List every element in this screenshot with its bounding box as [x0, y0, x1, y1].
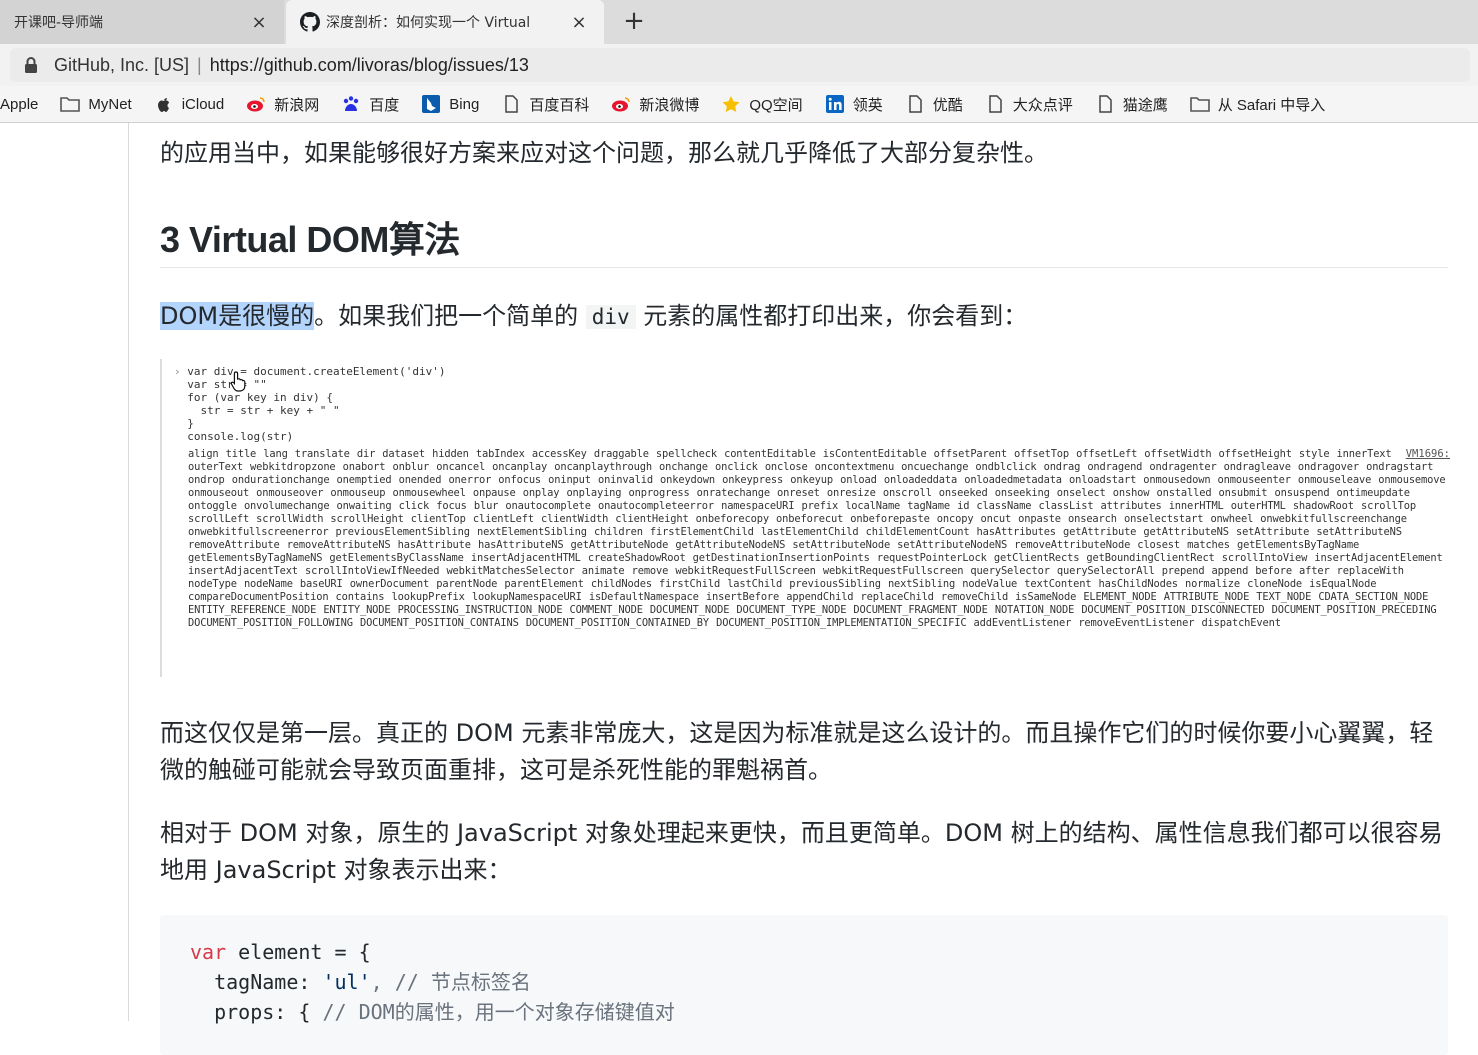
apple-icon	[157, 98, 169, 112]
folder-icon	[1189, 97, 1210, 112]
paragraph: 而这仅仅是第一层。真正的 DOM 元素非常庞大，这是因为标准就是这么设计的。而且…	[160, 719, 1434, 784]
selected-text[interactable]: DOM是很慢的	[160, 302, 315, 330]
bookmarks-bar: Apple MyNet iCloud 新浪网 百度 Bing 百度百科 新浪微博…	[0, 86, 1478, 123]
timeline-rail	[128, 123, 129, 1021]
bookmark-qzone[interactable]: QQ空间	[721, 94, 803, 115]
paragraph: DOM是很慢的。如果我们把一个简单的 div 元素的属性都打印出来，你会看到：	[160, 299, 1027, 334]
page-icon	[908, 95, 922, 113]
page-icon	[1098, 95, 1112, 113]
linkedin-icon	[825, 95, 844, 113]
page-icon	[988, 95, 1002, 113]
bookmark-label: 新浪微博	[639, 96, 700, 114]
heading-divider	[160, 267, 1448, 268]
bing-icon	[422, 95, 441, 113]
bookmark-label: 从 Safari 中导入	[1217, 96, 1326, 114]
bookmark-apple[interactable]: Apple	[0, 96, 38, 113]
tab-close-icon[interactable]: ×	[248, 12, 270, 33]
bookmark-label: 大众点评	[1012, 96, 1073, 114]
console-screenshot: › var div = document.createElement('div'…	[160, 359, 1450, 677]
bookmark-label: 百度	[369, 96, 400, 114]
github-icon	[300, 12, 320, 32]
paragraph: 的应用当中，如果能够很好方案来应对这个问题，那么就几乎降低了大部分复杂性。	[160, 139, 1048, 167]
console-line: var str = ""	[187, 378, 267, 391]
bookmark-dianping[interactable]: 大众点评	[985, 94, 1073, 115]
paragraph-text: 。如果我们把一个简单的	[314, 302, 579, 330]
weibo-icon	[247, 97, 266, 112]
console-input: › var div = document.createElement('div'…	[174, 365, 446, 443]
bookmark-linkedin[interactable]: 领英	[825, 94, 883, 115]
bookmark-label: iCloud	[181, 95, 225, 113]
console-output: align title lang translate dir dataset h…	[188, 448, 1446, 629]
bookmark-safari-import[interactable]: 从 Safari 中导入	[1189, 94, 1326, 115]
bookmark-baidu[interactable]: 百度	[341, 94, 399, 115]
section-heading: 3 Virtual DOM算法	[160, 219, 460, 260]
weibo-icon	[612, 97, 631, 112]
code-string: 'ul'	[322, 970, 371, 994]
bookmark-label: 新浪网	[274, 96, 320, 114]
bookmark-youku[interactable]: 优酷	[905, 94, 963, 115]
bookmark-icloud[interactable]: iCloud	[154, 95, 225, 113]
address-bar: GitHub, Inc. [US] | https://github.com/l…	[0, 44, 1478, 86]
bookmark-label: MyNet	[88, 95, 132, 113]
bookmark-sina[interactable]: 新浪网	[246, 94, 319, 115]
url-field[interactable]: GitHub, Inc. [US] | https://github.com/l…	[10, 48, 1470, 82]
paragraph: 相对于 DOM 对象，原生的 JavaScript 对象处理起来更快，而且更简单…	[160, 819, 1443, 884]
bookmark-label: 领英	[852, 96, 883, 114]
code-content: var element = { tagName: 'ul', // 节点标签名 …	[190, 937, 675, 1027]
code-block: var element = { tagName: 'ul', // 节点标签名 …	[160, 915, 1448, 1055]
bookmark-mynet[interactable]: MyNet	[60, 95, 132, 113]
bookmark-label: Apple	[0, 95, 39, 113]
hand-cursor-icon	[230, 371, 246, 392]
star-icon	[722, 96, 740, 112]
code-text: props: {	[190, 1000, 323, 1024]
url-separator: |	[197, 54, 202, 75]
tab-title: 深度剖析：如何实现一个 Virtual	[326, 15, 531, 31]
bookmark-label: Bing	[449, 95, 480, 113]
bookmark-tripadvisor[interactable]: 猫途鹰	[1095, 94, 1168, 115]
site-identity[interactable]: GitHub, Inc. [US]	[54, 55, 189, 76]
folder-icon	[60, 97, 81, 112]
console-line: console.log(str)	[187, 430, 294, 443]
inline-code: div	[585, 305, 636, 329]
console-line: str = str + key + " "	[187, 404, 340, 417]
bookmark-label: 优酷	[932, 96, 963, 114]
console-line: var div = document.createElement('div')	[187, 365, 446, 378]
tab-close-icon[interactable]: ×	[568, 12, 590, 33]
bookmark-weibo[interactable]: 新浪微博	[611, 94, 699, 115]
tab-strip: 开课吧-导师端 × 深度剖析：如何实现一个 Virtual × +	[0, 0, 1478, 44]
tab-kaikeba[interactable]: 开课吧-导师端 ×	[0, 0, 284, 44]
console-prompt-icon: ›	[174, 365, 181, 378]
bookmark-label: 猫途鹰	[1122, 96, 1168, 114]
code-text: element = {	[226, 940, 371, 964]
lock-icon	[25, 57, 37, 73]
console-line: }	[187, 417, 194, 430]
new-tab-button[interactable]: +	[620, 6, 648, 36]
code-comment: , // 节点标签名	[370, 970, 531, 994]
bookmark-label: 百度百科	[529, 96, 590, 114]
bookmark-bing[interactable]: Bing	[421, 95, 479, 113]
code-text: tagName:	[190, 970, 323, 994]
tab-virtual-dom[interactable]: 深度剖析：如何实现一个 Virtual ×	[286, 0, 604, 44]
tab-title: 开课吧-导师端	[14, 15, 104, 31]
console-line: for (var key in div) {	[187, 391, 333, 404]
baidu-icon	[344, 96, 359, 111]
page-icon	[505, 95, 519, 113]
url-text[interactable]: https://github.com/livoras/blog/issues/1…	[210, 55, 529, 76]
code-comment: // DOM的属性，用一个对象存储键值对	[322, 1000, 675, 1024]
page-viewport[interactable]: 的应用当中，如果能够很好方案来应对这个问题，那么就几乎降低了大部分复杂性。 3 …	[0, 123, 1478, 1055]
bookmark-baike[interactable]: 百度百科	[501, 94, 589, 115]
bookmark-label: QQ空间	[749, 96, 803, 114]
code-keyword: var	[190, 940, 227, 964]
console-source-link[interactable]: VM1696:	[1406, 448, 1450, 460]
paragraph-text: 元素的属性都打印出来，你会看到：	[643, 302, 1028, 330]
